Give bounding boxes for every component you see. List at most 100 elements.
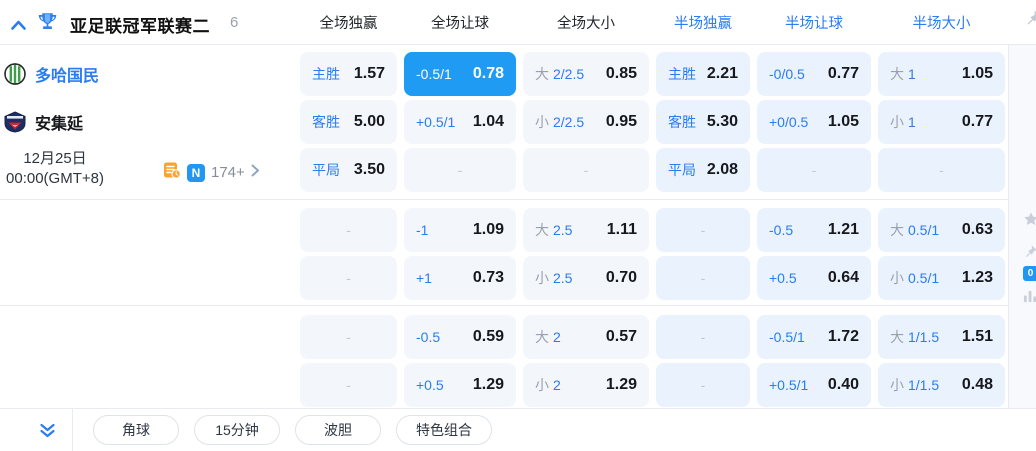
tab-correct-score[interactable]: 波胆 <box>295 415 381 445</box>
column-header-full-win[interactable]: 全场独赢 <box>300 12 397 33</box>
odds-cell-g1-r1-c2[interactable]: 小 2.5 0.70 <box>523 256 649 300</box>
odds-value: 1.04 <box>472 113 504 130</box>
odds-cell-label: 大 1/1.5 <box>890 327 939 347</box>
odds-cell-g2-r1-c2[interactable]: 小 2 1.29 <box>523 363 649 407</box>
odds-cell-g2-r1-c0: - <box>300 363 397 407</box>
collapse-more-icon[interactable] <box>39 423 56 444</box>
handicap-label: 0.5/1 <box>908 222 940 238</box>
odds-cell-label: 大 2/2.5 <box>535 64 584 84</box>
odds-cell-g1-r0-c5[interactable]: 大 0.5/1 0.63 <box>878 208 1005 252</box>
line-type-label: 小 <box>890 377 904 393</box>
odds-cell-label: +0.5/1 <box>416 114 455 130</box>
odds-value: 0.59 <box>472 328 504 345</box>
column-header-half-win[interactable]: 半场独赢 <box>656 12 750 33</box>
odds-cell-g2-r0-c1[interactable]: -0.5 0.59 <box>404 315 516 359</box>
odds-value: 2.21 <box>706 65 738 82</box>
line-type-label: 大 <box>535 329 549 345</box>
pin-match-icon[interactable] <box>1023 244 1036 264</box>
tab-15-minutes[interactable]: 15分钟 <box>194 415 280 445</box>
tab-special-combos[interactable]: 特色组合 <box>396 415 492 445</box>
odds-cell-g2-r1-c3: - <box>656 363 750 407</box>
odds-cell-g0-r2-c0[interactable]: 平局 3.50 <box>300 148 397 192</box>
pin-icon[interactable] <box>1024 9 1036 32</box>
odds-cell-g1-r1-c5[interactable]: 小 0.5/1 1.23 <box>878 256 1005 300</box>
odds-value: 1.29 <box>605 376 637 393</box>
handicap-label: 平局 <box>312 162 340 178</box>
handicap-label: +0/0.5 <box>769 114 809 130</box>
line-type-label: 大 <box>890 66 904 82</box>
odds-cell-g0-r0-c4[interactable]: -0/0.5 0.77 <box>757 52 871 96</box>
odds-cell-g2-r1-c5[interactable]: 小 1/1.5 0.48 <box>878 363 1005 407</box>
odds-value: 0.64 <box>827 269 859 286</box>
odds-cell-label: 客胜 <box>668 112 696 132</box>
handicap-label: 客胜 <box>668 114 696 130</box>
odds-cell-g2-r0-c5[interactable]: 大 1/1.5 1.51 <box>878 315 1005 359</box>
stats-bars-icon[interactable] <box>1023 288 1036 308</box>
line-type-label: 小 <box>535 377 549 393</box>
news-badge-icon[interactable]: N <box>187 163 205 182</box>
odds-value: - <box>700 377 706 393</box>
odds-value: - <box>346 329 351 345</box>
odds-cell-g2-r1-c1[interactable]: +0.5 1.29 <box>404 363 516 407</box>
odds-cell-g0-r1-c3[interactable]: 客胜 5.30 <box>656 100 750 144</box>
line-type-label: 小 <box>535 270 549 286</box>
favorite-star-icon[interactable] <box>1023 211 1036 232</box>
odds-cell-g0-r0-c1[interactable]: -0.5/1 0.78 <box>404 52 516 96</box>
odds-cell-g2-r0-c4[interactable]: -0.5/1 1.72 <box>757 315 871 359</box>
column-header-half-handicap[interactable]: 半场让球 <box>757 12 871 33</box>
odds-value: 5.00 <box>353 113 385 130</box>
odds-value: 0.63 <box>961 221 993 238</box>
odds-value: 0.40 <box>827 376 859 393</box>
odds-cell-g1-r1-c4[interactable]: +0.5 0.64 <box>757 256 871 300</box>
market-tabs: 角球 15分钟 波胆 特色组合 <box>93 415 492 445</box>
odds-value: 1.23 <box>961 269 993 286</box>
home-team-row[interactable]: 多哈国民 <box>0 52 300 96</box>
handicap-label: -0.5 <box>416 329 441 345</box>
odds-cell-g1-r0-c4[interactable]: -0.5 1.21 <box>757 208 871 252</box>
trophy-icon <box>37 11 58 38</box>
odds-cell-g0-r0-c2[interactable]: 大 2/2.5 0.85 <box>523 52 649 96</box>
match-count-badge: 6 <box>230 14 239 31</box>
odds-value: 1.05 <box>961 65 993 82</box>
odds-cell-g0-r0-c5[interactable]: 大 1 1.05 <box>878 52 1005 96</box>
column-header-full-overunder[interactable]: 全场大小 <box>523 12 649 33</box>
handicap-label: -0.5/1 <box>769 329 805 345</box>
odds-cell-g0-r2-c4: - <box>757 148 871 192</box>
more-markets-chevron-icon[interactable] <box>251 164 260 182</box>
odds-cell-g1-r0-c1[interactable]: -1 1.09 <box>404 208 516 252</box>
odds-cell-label: -0.5 <box>416 329 440 345</box>
divider <box>0 199 1008 200</box>
more-markets-link[interactable]: N 174+ <box>163 161 260 184</box>
odds-value: 0.70 <box>605 269 637 286</box>
collapse-chevron-icon[interactable] <box>11 17 26 35</box>
odds-cell-g0-r1-c0[interactable]: 客胜 5.00 <box>300 100 397 144</box>
odds-cell-g0-r1-c5[interactable]: 小 1 0.77 <box>878 100 1005 144</box>
odds-cell-label: 客胜 <box>312 112 340 132</box>
line-type-label: 小 <box>535 114 549 130</box>
handicap-label: 1 <box>908 66 916 82</box>
column-header-half-overunder[interactable]: 半场大小 <box>878 12 1005 33</box>
odds-cell-g2-r1-c4[interactable]: +0.5/1 0.40 <box>757 363 871 407</box>
odds-value: - <box>700 329 706 345</box>
odds-cell-g0-r1-c2[interactable]: 小 2/2.5 0.95 <box>523 100 649 144</box>
odds-cell-label: -0/0.5 <box>769 66 805 82</box>
odds-value: 0.78 <box>472 65 504 82</box>
handicap-label: 2 <box>553 329 561 345</box>
odds-cell-g0-r2-c3[interactable]: 平局 2.08 <box>656 148 750 192</box>
odds-cell-g0-r0-c3[interactable]: 主胜 2.21 <box>656 52 750 96</box>
odds-history-icon[interactable] <box>163 161 181 184</box>
odds-cell-g1-r1-c1[interactable]: +1 0.73 <box>404 256 516 300</box>
away-team-row[interactable]: 安集延 <box>0 100 300 144</box>
odds-cell-g0-r1-c4[interactable]: +0/0.5 1.05 <box>757 100 871 144</box>
odds-cell-g2-r0-c2[interactable]: 大 2 0.57 <box>523 315 649 359</box>
odds-cell-g0-r1-c1[interactable]: +0.5/1 1.04 <box>404 100 516 144</box>
line-type-label: 大 <box>535 66 549 82</box>
handicap-label: -1 <box>416 222 429 238</box>
betting-panel: 亚足联冠军联赛二 6 全场独赢 全场让球 全场大小 半场独赢 半场让球 半场大小… <box>0 0 1036 451</box>
side-strip: 0 <box>1008 45 1036 408</box>
tab-corner-kicks[interactable]: 角球 <box>93 415 179 445</box>
odds-value: 0.77 <box>827 65 859 82</box>
column-header-full-handicap[interactable]: 全场让球 <box>404 12 516 33</box>
odds-cell-g1-r0-c2[interactable]: 大 2.5 1.11 <box>523 208 649 252</box>
odds-cell-g0-r0-c0[interactable]: 主胜 1.57 <box>300 52 397 96</box>
